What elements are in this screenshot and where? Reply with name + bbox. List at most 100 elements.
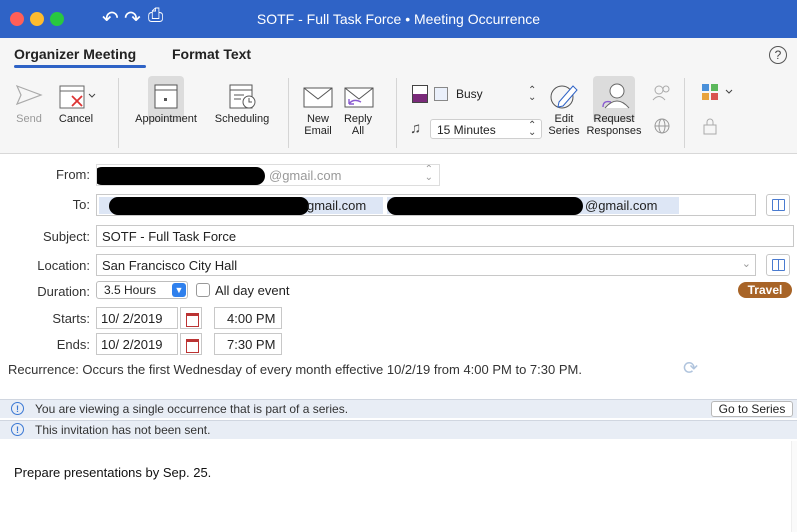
window-titlebar: ↶ ↷ ⎙ SOTF - Full Task Force • Meeting O…: [0, 0, 797, 38]
recipient-chip-text: @gmail.com: [585, 198, 658, 213]
ends-label: Ends:: [56, 337, 90, 352]
reply-all-label: Reply All: [343, 113, 373, 137]
active-tab-indicator: [14, 65, 146, 68]
location-label: Location:: [37, 258, 90, 273]
show-as-stepper-icon[interactable]: ⌃ ⌄: [528, 86, 536, 103]
address-book-icon: [772, 259, 785, 271]
send-icon: [15, 84, 43, 106]
all-day-label: All day event: [215, 283, 290, 298]
cancel-label: Cancel: [58, 113, 94, 125]
busy-checkbox-icon: [434, 87, 448, 101]
info-icon: !: [11, 423, 24, 436]
appointment-label: Appointment: [135, 113, 197, 125]
occurrence-notice: You are viewing a single occurrence that…: [35, 402, 349, 416]
tab-organizer-meeting[interactable]: Organizer Meeting: [14, 46, 136, 62]
not-sent-notice: This invitation has not been sent.: [35, 423, 211, 437]
start-calendar-icon[interactable]: [180, 307, 202, 329]
info-icon: !: [11, 402, 24, 415]
from-label: From:: [56, 167, 90, 182]
new-email-button[interactable]: New Email: [300, 80, 336, 137]
go-to-series-button[interactable]: Go to Series: [711, 401, 793, 417]
edit-series-button[interactable]: Edit Series: [542, 80, 586, 137]
globe-button[interactable]: [650, 116, 674, 139]
starts-label: Starts:: [52, 311, 90, 326]
end-time-field[interactable]: 7:30 PM: [214, 333, 282, 355]
cancel-meeting-icon: [59, 85, 96, 109]
duration-value: 3.5 Hours: [104, 283, 157, 297]
new-email-label: New Email: [304, 113, 332, 137]
private-button[interactable]: [700, 116, 720, 139]
ribbon-separator: [118, 78, 119, 148]
to-field[interactable]: gmail.com @gmail.com: [96, 194, 756, 216]
to-label: To:: [72, 197, 90, 212]
start-time-field[interactable]: 4:00 PM: [214, 307, 282, 329]
recipient-chip-text: gmail.com: [307, 198, 367, 213]
subject-field[interactable]: SOTF - Full Task Force: [96, 225, 794, 247]
ribbon-separator: [288, 78, 289, 148]
send-button[interactable]: Send: [14, 80, 44, 125]
cancel-button[interactable]: Cancel: [56, 80, 96, 125]
scheduling-icon: [229, 84, 256, 109]
reminder-select[interactable]: ♫ 15 Minutes ⌃ ⌄: [410, 118, 542, 140]
appointment-icon: [154, 84, 178, 109]
location-dropdown-icon[interactable]: ⌄: [742, 257, 751, 270]
categorize-icon: [702, 84, 733, 100]
recurrence-summary: Recurrence: Occurs the first Wednesday o…: [8, 362, 582, 377]
categorize-button[interactable]: [700, 82, 740, 105]
attendees-button[interactable]: [650, 82, 674, 105]
address-book-icon: [772, 199, 785, 211]
reminder-value: 15 Minutes: [430, 119, 542, 139]
room-finder-button[interactable]: [766, 254, 790, 276]
lock-icon: [703, 118, 717, 135]
reply-all-icon: [344, 87, 374, 108]
globe-icon: [654, 118, 670, 134]
reply-all-button[interactable]: Reply All: [340, 80, 376, 137]
request-responses-label: Request Responses: [586, 113, 642, 137]
show-as-select[interactable]: Busy ⌃ ⌄: [412, 84, 542, 106]
help-icon[interactable]: ?: [769, 46, 787, 64]
message-body[interactable]: Prepare presentations by Sep. 25.: [0, 441, 797, 532]
appointment-button[interactable]: Appointment: [130, 80, 202, 125]
from-select[interactable]: @gmail.com ⌃ ⌄: [96, 164, 440, 186]
duration-select[interactable]: 3.5 Hours ▼: [96, 281, 188, 299]
start-date-field[interactable]: 10/ 2/2019: [96, 307, 178, 329]
travel-button[interactable]: Travel: [738, 282, 792, 298]
all-day-checkbox[interactable]: [196, 283, 210, 297]
window-title: SOTF - Full Task Force • Meeting Occurre…: [256, 11, 541, 27]
request-responses-button[interactable]: Request Responses: [586, 80, 642, 137]
duration-label: Duration:: [37, 284, 90, 299]
show-as-value: Busy: [456, 87, 483, 101]
reminder-stepper-icon[interactable]: ⌃ ⌄: [528, 121, 536, 138]
busy-status-icon: [412, 85, 428, 103]
redacted-address: [97, 167, 265, 185]
ribbon-tab-bar: Organizer Meeting Format Text ?: [0, 38, 797, 74]
attendees-icon: [652, 85, 670, 101]
occurrence-infobar: ! You are viewing a single occurrence th…: [0, 399, 797, 418]
not-sent-infobar: ! This invitation has not been sent.: [0, 420, 797, 439]
recipient-chip[interactable]: @gmail.com: [387, 197, 679, 215]
ribbon-toolbar: Send Cancel Appointment Scheduling New E…: [0, 74, 797, 154]
end-date-field[interactable]: 10/ 2/2019: [96, 333, 178, 355]
scheduling-button[interactable]: Scheduling: [208, 80, 276, 125]
edit-series-icon: [550, 85, 578, 109]
end-calendar-icon[interactable]: [180, 333, 202, 355]
address-book-button[interactable]: [766, 194, 790, 216]
recipient-chip[interactable]: gmail.com: [99, 197, 383, 215]
redacted-address: [387, 197, 583, 215]
location-value: San Francisco City Hall: [102, 258, 238, 273]
send-label: Send: [16, 113, 42, 125]
ribbon-separator: [684, 78, 685, 148]
from-value: @gmail.com: [269, 168, 342, 183]
body-text: Prepare presentations by Sep. 25.: [14, 465, 212, 480]
scrollbar-track[interactable]: [791, 441, 797, 532]
envelope-icon: [303, 87, 333, 108]
ribbon-separator: [396, 78, 397, 148]
tab-format-text[interactable]: Format Text: [172, 46, 251, 62]
location-field[interactable]: San Francisco City Hall ⌄: [96, 254, 756, 276]
subject-label: Subject:: [43, 229, 90, 244]
scheduling-label: Scheduling: [214, 113, 270, 125]
recurrence-icon[interactable]: ⟳: [683, 358, 698, 379]
request-responses-icon: [602, 83, 630, 109]
chevron-down-icon: ▼: [172, 283, 186, 297]
edit-series-label: Edit Series: [548, 113, 580, 137]
